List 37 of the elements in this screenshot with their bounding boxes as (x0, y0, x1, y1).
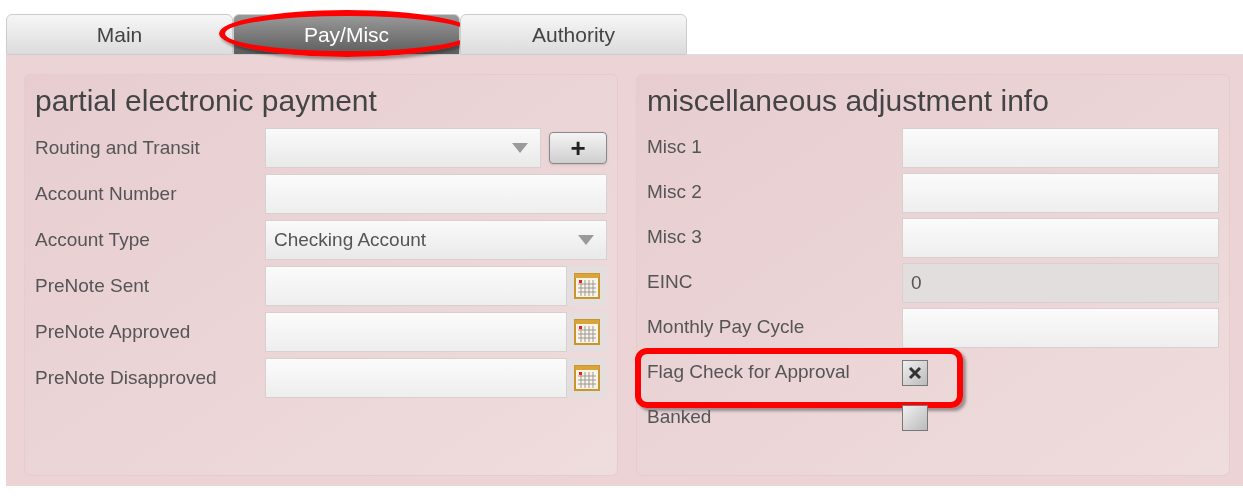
field-label: EINC (647, 270, 694, 295)
check-x-icon (908, 365, 922, 380)
field-label: Flag Check for Approval (647, 360, 851, 385)
date-field[interactable] (265, 266, 567, 306)
field-label: PreNote Approved (35, 319, 192, 344)
dropdown-caret-icon (512, 143, 528, 153)
checkbox[interactable] (902, 359, 928, 386)
field-label: Account Number (35, 181, 178, 206)
field-label: Account Type (35, 227, 151, 252)
field-label: Monthly Pay Cycle (647, 315, 806, 340)
text-field[interactable] (265, 174, 607, 214)
text-field[interactable] (902, 172, 1219, 213)
calendar-icon[interactable] (574, 319, 600, 345)
add-button[interactable]: + (549, 132, 607, 164)
field-label: Misc 2 (647, 180, 703, 205)
field-label: Banked (647, 405, 713, 430)
field-label: Routing and Transit (35, 135, 201, 160)
text-field[interactable] (902, 217, 1219, 258)
tab[interactable]: Authority (460, 14, 687, 55)
dropdown-field[interactable]: Checking Account (265, 220, 607, 260)
calendar-icon[interactable] (574, 273, 600, 299)
calendar-icon[interactable] (574, 365, 600, 391)
text-field[interactable] (902, 307, 1219, 348)
dropdown-caret-icon (578, 235, 594, 245)
field-label: PreNote Sent (35, 273, 151, 298)
date-field[interactable] (265, 312, 567, 352)
field-label: Misc 3 (647, 225, 703, 250)
date-field[interactable] (265, 358, 567, 398)
panel-title: partial electronic payment (35, 83, 378, 119)
field-label: PreNote Disapproved (35, 365, 218, 390)
tab[interactable]: Main (6, 14, 233, 55)
field-label: Misc 1 (647, 135, 703, 160)
dropdown-field[interactable] (265, 128, 541, 168)
dropdown-value: Checking Account (274, 227, 427, 252)
checkbox[interactable] (902, 404, 928, 431)
panel-title: miscellaneous adjustment info (647, 83, 1050, 119)
text-field[interactable] (902, 127, 1219, 168)
